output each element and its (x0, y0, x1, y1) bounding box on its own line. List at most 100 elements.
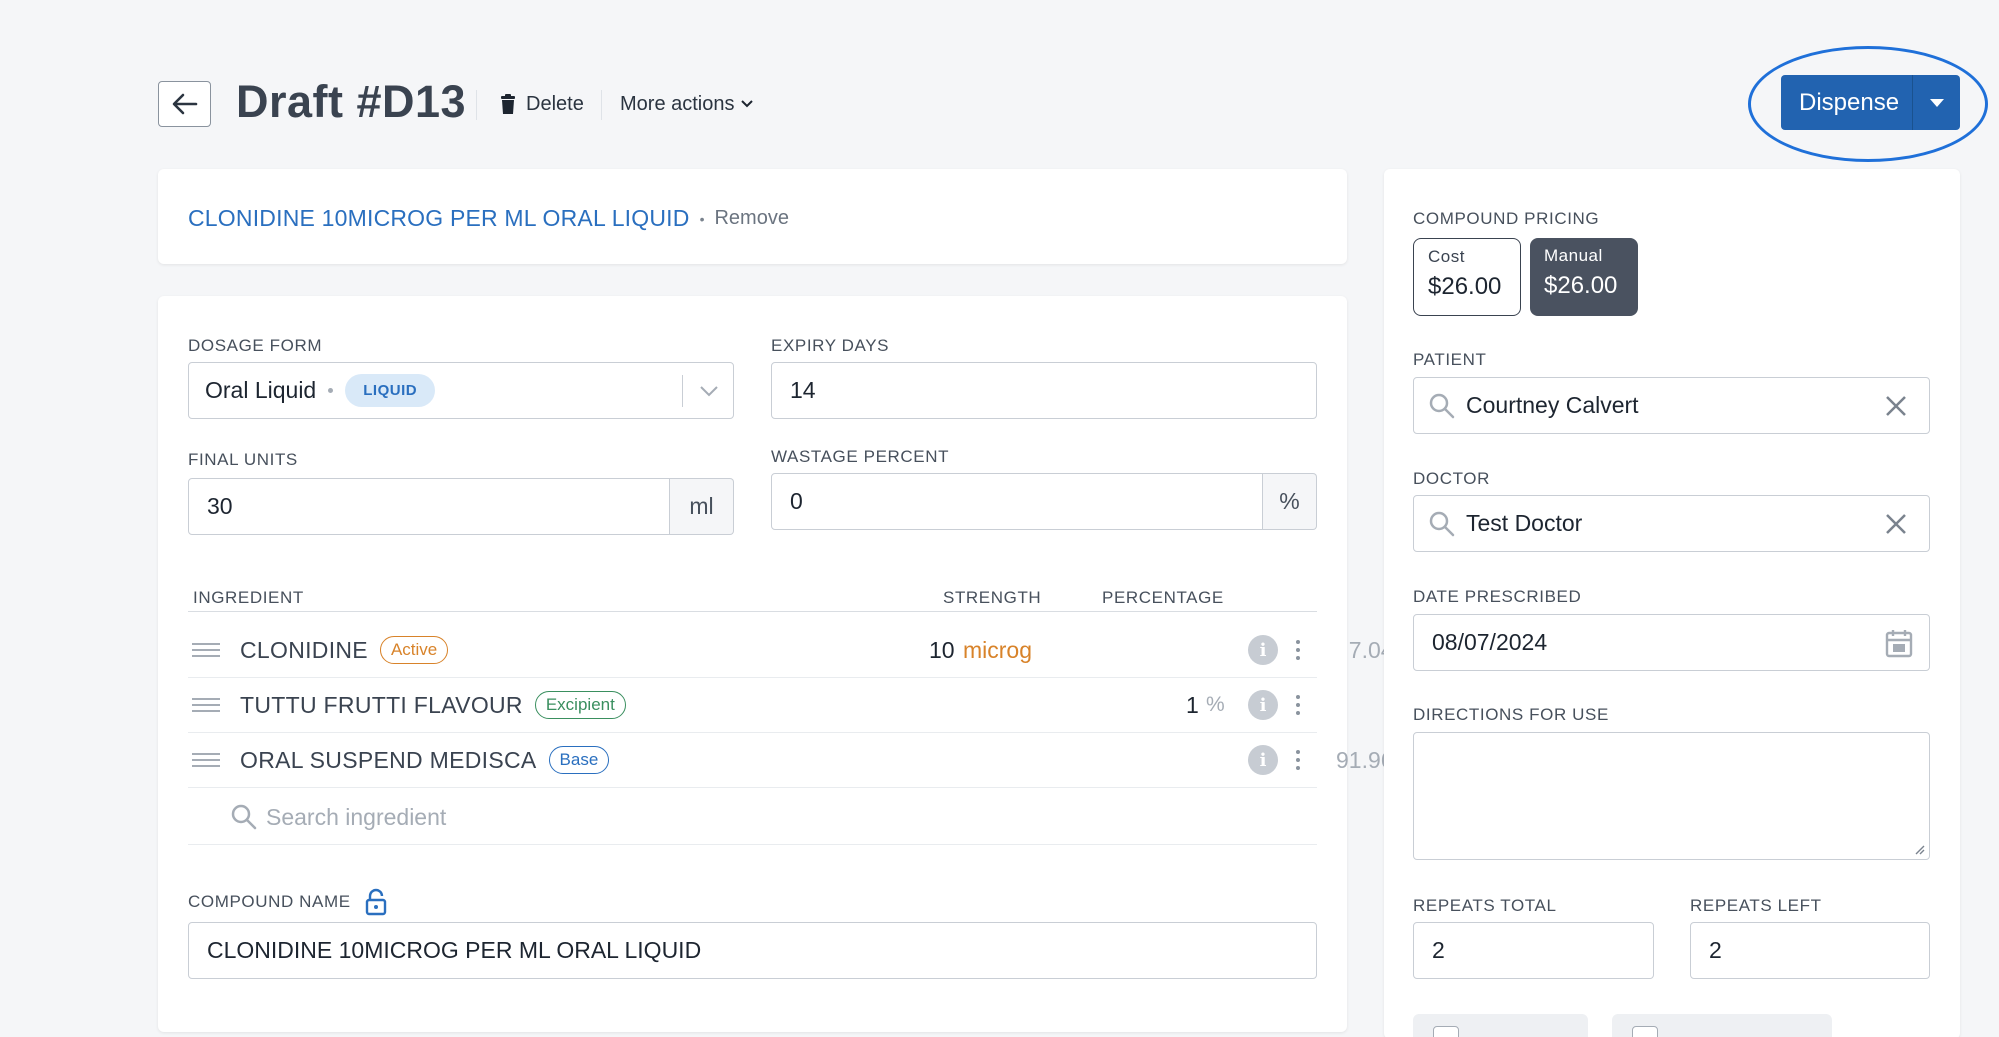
more-actions-button[interactable]: More actions (620, 88, 753, 120)
date-prescribed-input[interactable]: 08/07/2024 (1413, 614, 1930, 671)
ingredient-search-input[interactable]: Search ingredient (188, 790, 1317, 845)
date-prescribed-value: 08/07/2024 (1432, 629, 1548, 655)
kebab-icon[interactable] (1296, 695, 1300, 715)
highlight-annotation (1748, 46, 1988, 162)
compound-name-input[interactable]: CLONIDINE 10MICROG PER ML ORAL LIQUID (188, 922, 1317, 979)
select-divider (682, 375, 683, 407)
strength-unit: microg (963, 636, 1033, 663)
wastage-percent-input[interactable]: 0 (771, 473, 1263, 530)
separator-dot (328, 388, 334, 393)
kebab-icon[interactable] (1296, 750, 1300, 770)
date-prescribed-label: DATE PRESCRIBED (1413, 587, 1582, 606)
trash-icon (501, 94, 515, 114)
base-badge: Base (548, 746, 610, 774)
compound-pricing-label: COMPOUND PRICING (1413, 209, 1600, 228)
checkbox[interactable] (1433, 1026, 1459, 1037)
compound-name-label: COMPOUND NAME (188, 892, 351, 911)
arrow-left-icon (172, 93, 197, 115)
strength-value: 10 (929, 636, 955, 663)
chevron-down-icon (740, 100, 753, 108)
back-button[interactable] (158, 81, 211, 127)
cost-value: $26.00 (1428, 273, 1502, 300)
compound-name-value: CLONIDINE 10MICROG PER ML ORAL LIQUID (207, 937, 702, 963)
drag-handle-icon[interactable] (192, 694, 220, 716)
table-header-divider (188, 611, 1317, 612)
search-icon (231, 804, 257, 830)
column-header-ingredient: INGREDIENT (193, 588, 304, 607)
table-row: TUTTU FRUTTI FLAVOUR Excipient 1 % i (188, 678, 1317, 733)
kebab-icon[interactable] (1296, 640, 1300, 660)
dosage-form-tag: LIQUID (345, 374, 436, 407)
doctor-search-input[interactable]: Test Doctor (1413, 495, 1930, 552)
delete-label: Delete (526, 92, 584, 115)
product-name-link[interactable]: CLONIDINE 10MICROG PER ML ORAL LIQUID (188, 205, 690, 232)
directions-label: DIRECTIONS FOR USE (1413, 705, 1609, 724)
pricing-manual-button[interactable]: Manual $26.00 (1530, 238, 1638, 316)
chevron-down-icon (700, 386, 718, 397)
repeats-total-input[interactable]: 2 (1413, 922, 1654, 979)
doctor-label: DOCTOR (1413, 469, 1490, 488)
repeats-total-label: REPEATS TOTAL (1413, 896, 1557, 915)
drag-handle-icon[interactable] (192, 749, 220, 771)
info-icon[interactable]: i (1248, 690, 1278, 720)
wastage-percent-unit: % (1263, 473, 1317, 530)
remove-product-link[interactable]: Remove (714, 207, 788, 230)
repeats-left-value: 2 (1709, 937, 1722, 963)
product-card: CLONIDINE 10MICROG PER ML ORAL LIQUID • … (158, 169, 1347, 264)
final-units-label: FINAL UNITS (188, 450, 298, 469)
divider (476, 90, 477, 120)
excipient-badge: Excipient (534, 691, 626, 719)
column-header-strength: STRENGTH (943, 588, 1042, 607)
doctor-value: Test Doctor (1466, 510, 1583, 536)
checkbox[interactable] (1632, 1026, 1658, 1037)
patient-value: Courtney Calvert (1466, 392, 1639, 418)
close-icon[interactable] (1885, 513, 1907, 535)
more-actions-label: More actions (620, 92, 735, 115)
percentage-value: 91.96% (1335, 746, 1414, 773)
divider (601, 90, 602, 120)
option-toggle[interactable] (1612, 1014, 1832, 1037)
repeats-left-input[interactable]: 2 (1690, 922, 1930, 979)
info-icon[interactable]: i (1248, 745, 1278, 775)
table-row: ORAL SUSPEND MEDISCA Base 91.96% i (188, 733, 1414, 788)
table-row: CLONIDINE Active 10 microg 7.04% i (188, 623, 1414, 678)
active-badge: Active (379, 636, 449, 664)
ingredient-name: TUTTU FRUTTI FLAVOUR (240, 691, 523, 718)
info-icon[interactable]: i (1248, 635, 1278, 665)
wastage-percent-label: WASTAGE PERCENT (771, 447, 950, 466)
strength-unit: % (1206, 693, 1225, 716)
pricing-cost-button[interactable]: Cost $26.00 (1413, 238, 1521, 316)
unlock-icon[interactable] (365, 888, 387, 916)
option-toggle[interactable] (1413, 1014, 1588, 1037)
cost-label: Cost (1428, 247, 1465, 266)
resize-handle-icon[interactable] (1913, 843, 1925, 855)
manual-label: Manual (1544, 246, 1603, 265)
percentage-value: 7.04% (1348, 636, 1414, 663)
expiry-days-input[interactable]: 14 (771, 362, 1317, 419)
manual-value: $26.00 (1544, 272, 1618, 299)
column-header-percentage: PERCENTAGE (1102, 588, 1224, 607)
patient-search-input[interactable]: Courtney Calvert (1413, 377, 1930, 434)
search-icon (1429, 511, 1455, 536)
page-title: Draft #D13 (236, 76, 467, 127)
ingredient-name: CLONIDINE (240, 636, 368, 663)
directions-textarea[interactable] (1413, 732, 1930, 860)
expiry-days-label: EXPIRY DAYS (771, 336, 890, 355)
wastage-percent-value: 0 (790, 488, 803, 514)
dosage-form-select[interactable]: Oral Liquid LIQUID (188, 362, 734, 419)
expiry-days-value: 14 (790, 377, 816, 403)
search-placeholder: Search ingredient (266, 803, 447, 830)
calendar-icon[interactable] (1885, 628, 1913, 658)
final-units-input[interactable]: 30 (188, 478, 670, 535)
strength-value[interactable]: 1 (1186, 692, 1199, 719)
dosage-form-label: DOSAGE FORM (188, 336, 323, 355)
search-icon (1429, 393, 1455, 418)
separator-dot: • (699, 210, 705, 227)
final-units-value: 30 (207, 493, 233, 519)
dosage-form-value: Oral Liquid (205, 377, 317, 403)
drag-handle-icon[interactable] (192, 639, 220, 661)
close-icon[interactable] (1885, 395, 1907, 417)
repeats-total-value: 2 (1432, 937, 1445, 963)
delete-button[interactable]: Delete (500, 88, 584, 120)
repeats-left-label: REPEATS LEFT (1690, 896, 1822, 915)
